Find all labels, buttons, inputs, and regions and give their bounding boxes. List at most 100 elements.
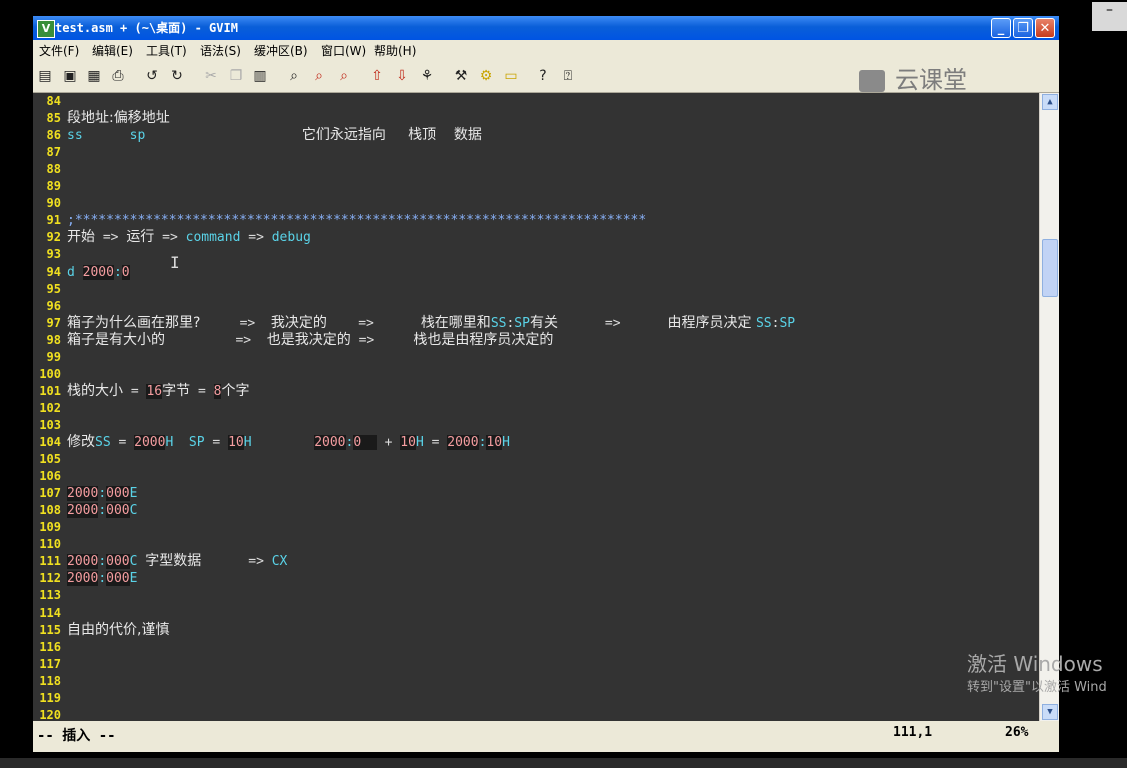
redo-icon[interactable]: ↻ xyxy=(168,67,186,85)
minimize-button[interactable]: _ xyxy=(991,18,1011,38)
editor-line[interactable]: 94 d 2000:0 xyxy=(33,264,1039,281)
help-icon[interactable]: ? xyxy=(534,67,552,85)
editor-line[interactable]: 102 xyxy=(33,400,1039,417)
editor-line[interactable]: 119 xyxy=(33,690,1039,707)
code-token: E xyxy=(129,486,138,502)
menu-help[interactable]: 帮助(H) xyxy=(374,43,416,59)
code-token: 箱子是有大小的 xyxy=(67,331,165,348)
save-all-icon[interactable]: ▦ xyxy=(85,67,103,85)
print-icon[interactable]: ⎙ xyxy=(109,67,127,85)
editor-line[interactable]: 106 xyxy=(33,468,1039,485)
code-token: 0 xyxy=(353,435,377,450)
editor-line[interactable]: 118 xyxy=(33,673,1039,690)
line-number: 116 xyxy=(39,639,61,654)
editor-line[interactable]: 89 xyxy=(33,178,1039,195)
editor-line[interactable]: 84 xyxy=(33,93,1039,110)
line-text: 修改SS = 2000H SP = 10H 2000:0 + 10H = 200… xyxy=(67,434,510,451)
activation-watermark-title: 激活 Windows xyxy=(967,652,1103,676)
code-token: H xyxy=(502,435,510,450)
paste-icon[interactable]: ▥ xyxy=(251,67,269,85)
menu-file[interactable]: 文件(F) xyxy=(39,43,79,59)
line-number: 106 xyxy=(39,469,61,484)
code-token: 箱子为什么画在那里? xyxy=(67,314,201,331)
code-token: 由程序员决定 xyxy=(667,314,756,331)
find-prev-icon[interactable]: ⌕ xyxy=(335,67,353,85)
open-icon[interactable]: ▤ xyxy=(36,67,54,85)
code-token: : xyxy=(98,503,107,519)
editor-line[interactable]: 104 修改SS = 2000H SP = 10H 2000:0 + 10H = … xyxy=(33,434,1039,451)
close-button[interactable]: ✕ xyxy=(1035,18,1055,38)
editor-area[interactable]: 84 85 段地址:偏移地址 86 ss sp 它们永远指向 栈顶 数据 87 88 89 90… xyxy=(33,93,1039,721)
editor-line[interactable]: 101 栈的大小 = 16字节 = 8个字 xyxy=(33,383,1039,400)
code-token: CX xyxy=(271,554,288,570)
code-token: = xyxy=(423,435,448,450)
editor-line[interactable]: 91 ;*************************************… xyxy=(33,212,1039,229)
find-icon[interactable]: ⌕ xyxy=(285,67,303,85)
title-bar[interactable]: V test.asm + (~\桌面) - GVIM _ ❐ ✕ xyxy=(33,16,1059,40)
make-icon[interactable]: ⚒ xyxy=(452,67,470,85)
scroll-down-icon[interactable]: ▼ xyxy=(1042,704,1058,720)
editor-line[interactable]: 116 xyxy=(33,639,1039,656)
editor-line[interactable]: 112 2000:000E xyxy=(33,570,1039,587)
editor-line[interactable]: 100 xyxy=(33,366,1039,383)
editor-line[interactable]: 92 开始 => 运行 => command => debug xyxy=(33,229,1039,246)
line-number: 88 xyxy=(46,162,61,177)
editor-line[interactable]: 93 xyxy=(33,246,1039,263)
find-next-icon[interactable]: ⌕ xyxy=(310,67,328,85)
run-script-icon[interactable]: ⚘ xyxy=(418,67,436,85)
load-session-icon[interactable]: ⇧ xyxy=(368,67,386,85)
editor-line[interactable]: 96 xyxy=(33,298,1039,315)
cut-icon[interactable]: ✂ xyxy=(202,67,220,85)
editor-line[interactable]: 107 2000:000E xyxy=(33,485,1039,502)
save-icon[interactable]: ▣ xyxy=(61,67,79,85)
editor-line[interactable]: 110 xyxy=(33,536,1039,553)
undo-icon[interactable]: ↺ xyxy=(143,67,161,85)
shell-icon[interactable]: ⚙ xyxy=(477,67,495,85)
editor-line[interactable]: 95 xyxy=(33,281,1039,298)
editor-line[interactable]: 98 箱子是有大小的 => 也是我决定的 => 栈也是由程序员决定的 xyxy=(33,332,1039,349)
menu-window[interactable]: 窗口(W) xyxy=(321,43,366,59)
scroll-thumb[interactable] xyxy=(1042,239,1058,297)
code-token: 有关 xyxy=(529,314,558,331)
copy-icon[interactable]: ❐ xyxy=(227,67,245,85)
scroll-up-icon[interactable]: ▲ xyxy=(1042,94,1058,110)
maximize-button[interactable]: ❐ xyxy=(1013,18,1033,38)
save-session-icon[interactable]: ⇩ xyxy=(393,67,411,85)
editor-line[interactable]: 111 2000:000C 字型数据 => CX xyxy=(33,553,1039,570)
line-number: 115 xyxy=(39,622,61,637)
menu-buffers[interactable]: 缓冲区(B) xyxy=(254,43,308,59)
editor-line[interactable]: 86 ss sp 它们永远指向 栈顶 数据 xyxy=(33,127,1039,144)
menu-edit[interactable]: 编辑(E) xyxy=(92,43,133,59)
line-number: 99 xyxy=(46,349,61,364)
cursor-position: 111,1 xyxy=(893,725,933,740)
code-token: SS xyxy=(95,435,111,450)
line-number: 93 xyxy=(46,247,61,262)
vertical-scrollbar[interactable]: ▲ ▼ xyxy=(1039,93,1059,721)
line-number: 107 xyxy=(39,486,61,501)
tags-icon[interactable]: ▭ xyxy=(502,67,520,85)
line-number: 92 xyxy=(46,230,61,245)
editor-line[interactable]: 88 xyxy=(33,161,1039,178)
outer-minimize-button[interactable]: – xyxy=(1092,2,1127,31)
editor-line[interactable]: 115 自由的代价,谨慎 xyxy=(33,622,1039,639)
line-text: ss sp 它们永远指向 栈顶 数据 xyxy=(67,127,482,144)
editor-line[interactable]: 109 xyxy=(33,519,1039,536)
code-token: 000 xyxy=(106,571,130,587)
editor-line[interactable]: 108 2000:000C xyxy=(33,502,1039,519)
editor-line[interactable]: 85 段地址:偏移地址 xyxy=(33,110,1039,127)
editor-line[interactable]: 120 xyxy=(33,707,1039,721)
editor-line[interactable]: 105 xyxy=(33,451,1039,468)
menu-syntax[interactable]: 语法(S) xyxy=(200,43,241,59)
editor-line[interactable]: 103 xyxy=(33,417,1039,434)
editor-line[interactable]: 90 xyxy=(33,195,1039,212)
menu-tools[interactable]: 工具(T) xyxy=(146,43,187,59)
find-help-icon[interactable]: ⍰ xyxy=(559,67,577,85)
code-token: = xyxy=(204,435,229,450)
editor-line[interactable]: 99 xyxy=(33,349,1039,366)
editor-line[interactable]: 113 xyxy=(33,587,1039,604)
editor-line[interactable]: 114 xyxy=(33,605,1039,622)
editor-line[interactable]: 97 箱子为什么画在那里? => 我决定的 => 栈在哪里和SS:SP有关 => … xyxy=(33,315,1039,332)
editor-line[interactable]: 87 xyxy=(33,144,1039,161)
editor-line[interactable]: 117 xyxy=(33,656,1039,673)
code-token: + xyxy=(376,435,401,450)
